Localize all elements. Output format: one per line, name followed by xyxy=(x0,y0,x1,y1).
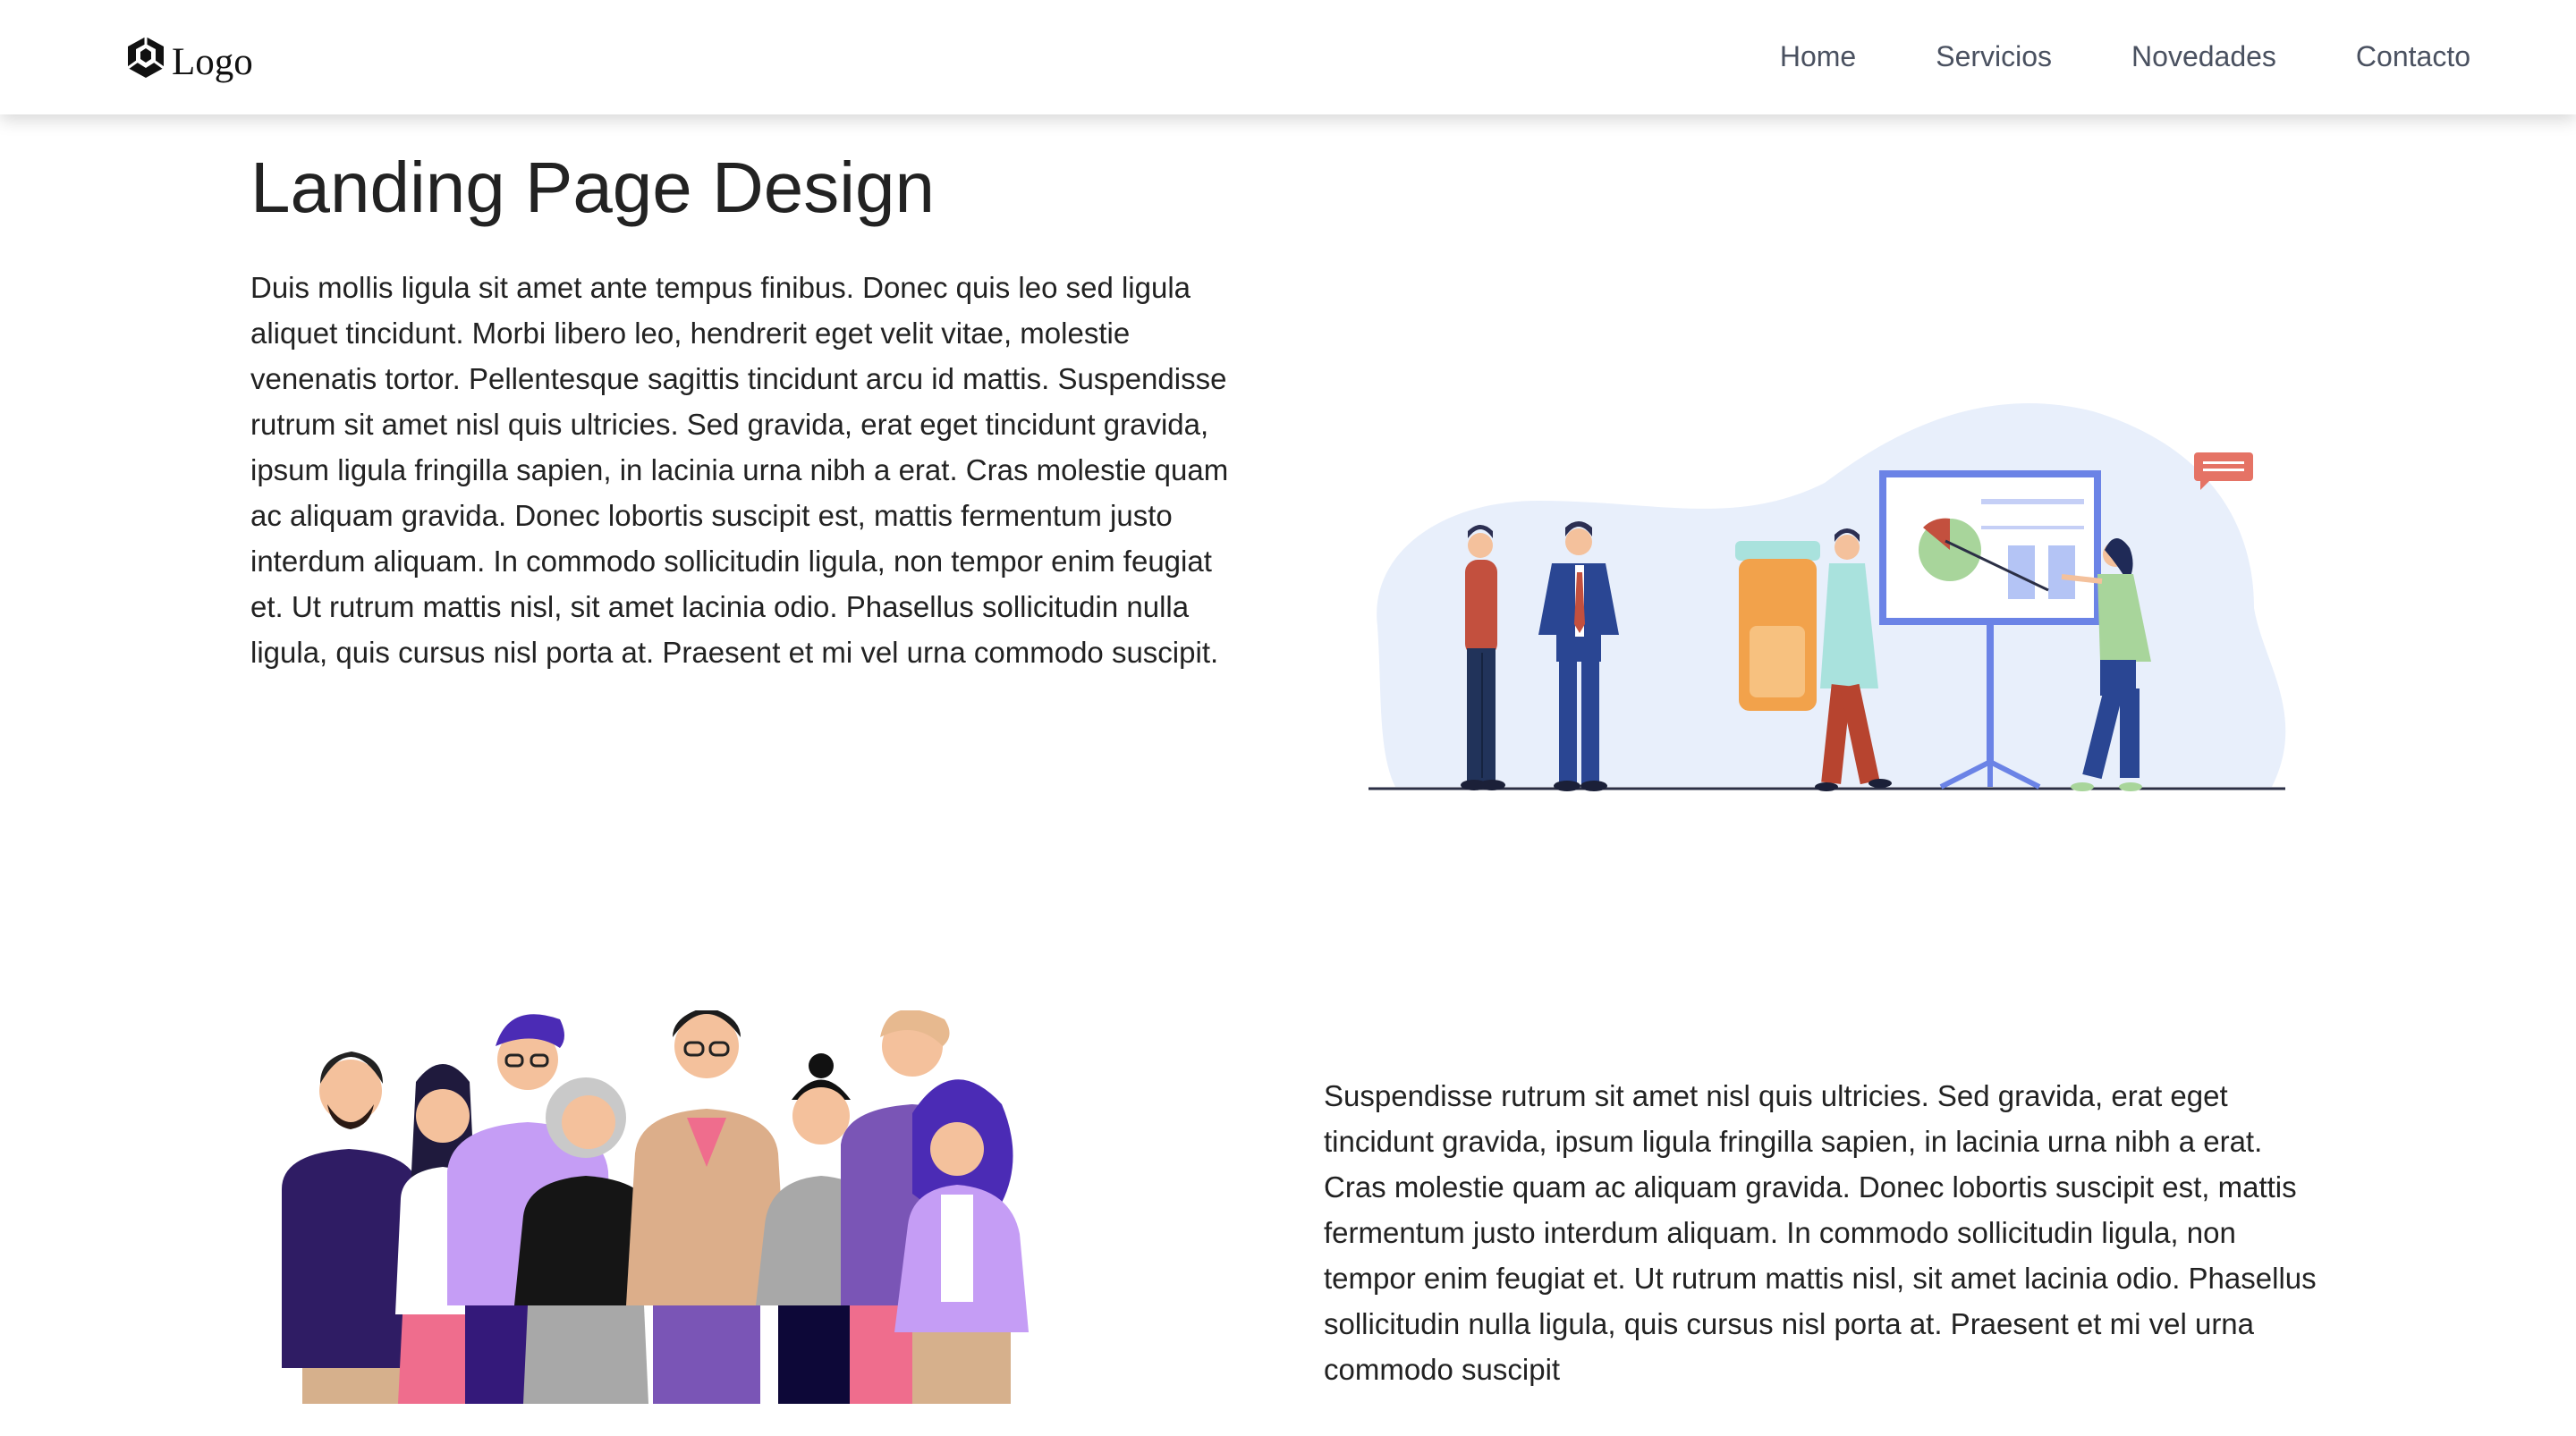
page-title: Landing Page Design xyxy=(250,148,936,227)
logo-icon xyxy=(127,36,165,78)
nav-servicios[interactable]: Servicios xyxy=(1936,39,2052,73)
nav-links: Home Servicios Novedades Contacto xyxy=(1780,39,2470,73)
team-illustration xyxy=(282,1010,1029,1404)
medicine-jar xyxy=(1735,541,1820,711)
person-lavender-jacket xyxy=(894,1079,1029,1404)
person-bearded xyxy=(282,1052,419,1404)
nav-home[interactable]: Home xyxy=(1780,39,1856,73)
logo-text: Logo xyxy=(172,41,253,83)
person-tan-sweater xyxy=(626,1010,787,1404)
chat-bubble-icon xyxy=(2194,452,2253,490)
nav-novedades[interactable]: Novedades xyxy=(2131,39,2276,73)
navbar: Logo Home Servicios Novedades Contacto xyxy=(0,0,2576,114)
presentation-illustration xyxy=(1368,403,2286,791)
nav-contacto[interactable]: Contacto xyxy=(2356,39,2470,73)
logo-link[interactable]: Logo xyxy=(123,32,253,81)
hero-paragraph: Duis mollis ligula sit amet ante tempus … xyxy=(250,271,1229,669)
section2-paragraph: Suspendisse rutrum sit amet nisl quis ul… xyxy=(1324,1079,2317,1386)
